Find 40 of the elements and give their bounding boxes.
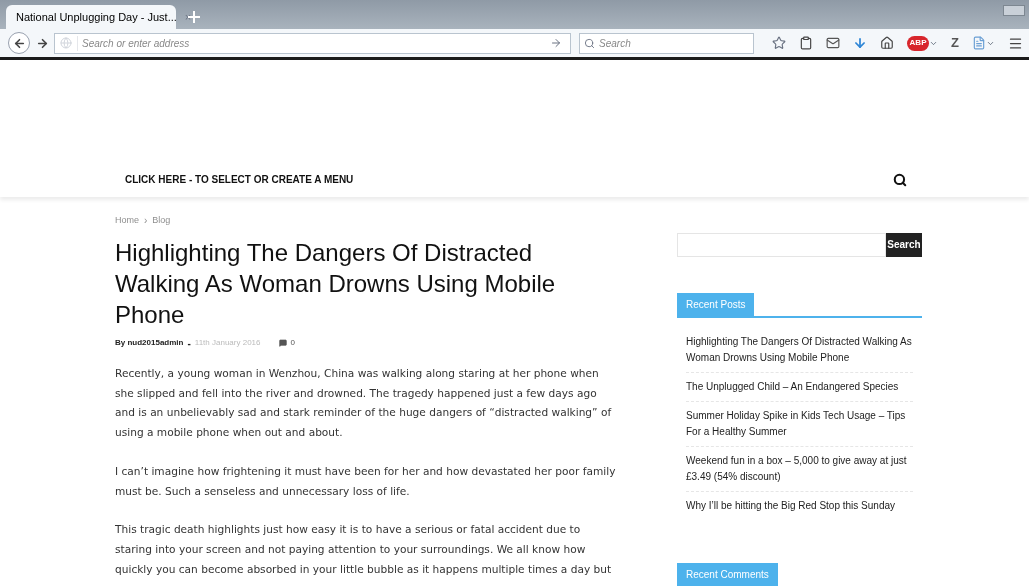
adblock-button[interactable]: ABP: [907, 35, 930, 51]
comment-count[interactable]: 0: [290, 337, 295, 350]
sidebar-search-field[interactable]: [677, 233, 886, 257]
address-bar[interactable]: Search or enter address: [54, 32, 572, 54]
bookmark-star-icon[interactable]: [772, 36, 787, 51]
back-button[interactable]: [8, 32, 30, 55]
recent-post-link[interactable]: Highlighting The Dangers Of Distracted Walking As Woman Drowns Using Mobile Phone: [686, 334, 913, 366]
search-button[interactable]: Search: [886, 233, 922, 257]
mail-icon[interactable]: [826, 36, 841, 51]
clipboard-icon[interactable]: [799, 36, 814, 51]
widget-heading: Recent Posts: [677, 293, 755, 316]
search-bar[interactable]: Search: [579, 32, 755, 54]
article-paragraph: I can’t imagine how frightening it must have been for her and how devastated her poor family must be. Such a senseless and unnecessary loss of life.: [115, 463, 617, 499]
forward-arrow-icon: [35, 36, 49, 50]
home-icon[interactable]: [880, 36, 895, 51]
author-link[interactable]: By nud2015admin: [115, 337, 184, 350]
address-field[interactable]: Search or enter address: [77, 35, 543, 51]
z-button[interactable]: Z: [951, 33, 959, 53]
recent-post-link[interactable]: Why I’ll be hitting the Big Red Stop this Sunday: [686, 498, 913, 514]
meta-separator: -: [187, 337, 191, 351]
comments-icon: [278, 339, 287, 348]
recent-post-link[interactable]: The Unplugged Child – An Endangered Species: [686, 379, 913, 395]
menu-icon[interactable]: [1008, 35, 1023, 51]
go-arrow-icon[interactable]: [550, 37, 563, 50]
widget-heading: Recent Comments: [677, 563, 778, 586]
search-icon: [584, 37, 596, 49]
recent-post-link[interactable]: Weekend fun in a box – 5,000 to give away at just £3.49 (54% discount): [686, 453, 913, 485]
download-icon[interactable]: [853, 36, 868, 51]
breadcrumb-link[interactable]: Home: [115, 213, 139, 228]
search-field[interactable]: Search: [599, 35, 754, 51]
menu-link[interactable]: CLICK HERE - TO SELECT OR CREATE A MENU: [125, 172, 354, 187]
article-paragraph: This tragic death highlights just how easy it is to have a serious or fatal accident due to staring into your screen and not paying attention to your surroundings. We all know how quickly you can become absorbed in your little bubble as it happens multiple times a day but: [115, 522, 613, 577]
article-title: Highlighting The Dangers Of Distracted Walking As Woman Drowns Using Mobile Phone: [115, 238, 557, 330]
recent-post-link[interactable]: Summer Holiday Spike in Kids Tech Usage – Tips For a Healthy Summer: [686, 408, 913, 440]
breadcrumb-separator: ›: [144, 214, 148, 228]
search-icon[interactable]: [893, 172, 907, 187]
article-paragraph: Recently, a young woman in Wenzhou, China was walking along staring at her phone when she slipped and fell into the river and drowned. The tragedy happened just a few days ago and is an unbelievably sad and stark reminder of the huge dangers of “distracted walking” of using a mobile phone when out and about.: [115, 366, 613, 441]
page-icon[interactable]: [972, 36, 986, 51]
back-arrow-icon: [12, 36, 26, 50]
window-controls-icon[interactable]: [1003, 5, 1025, 16]
